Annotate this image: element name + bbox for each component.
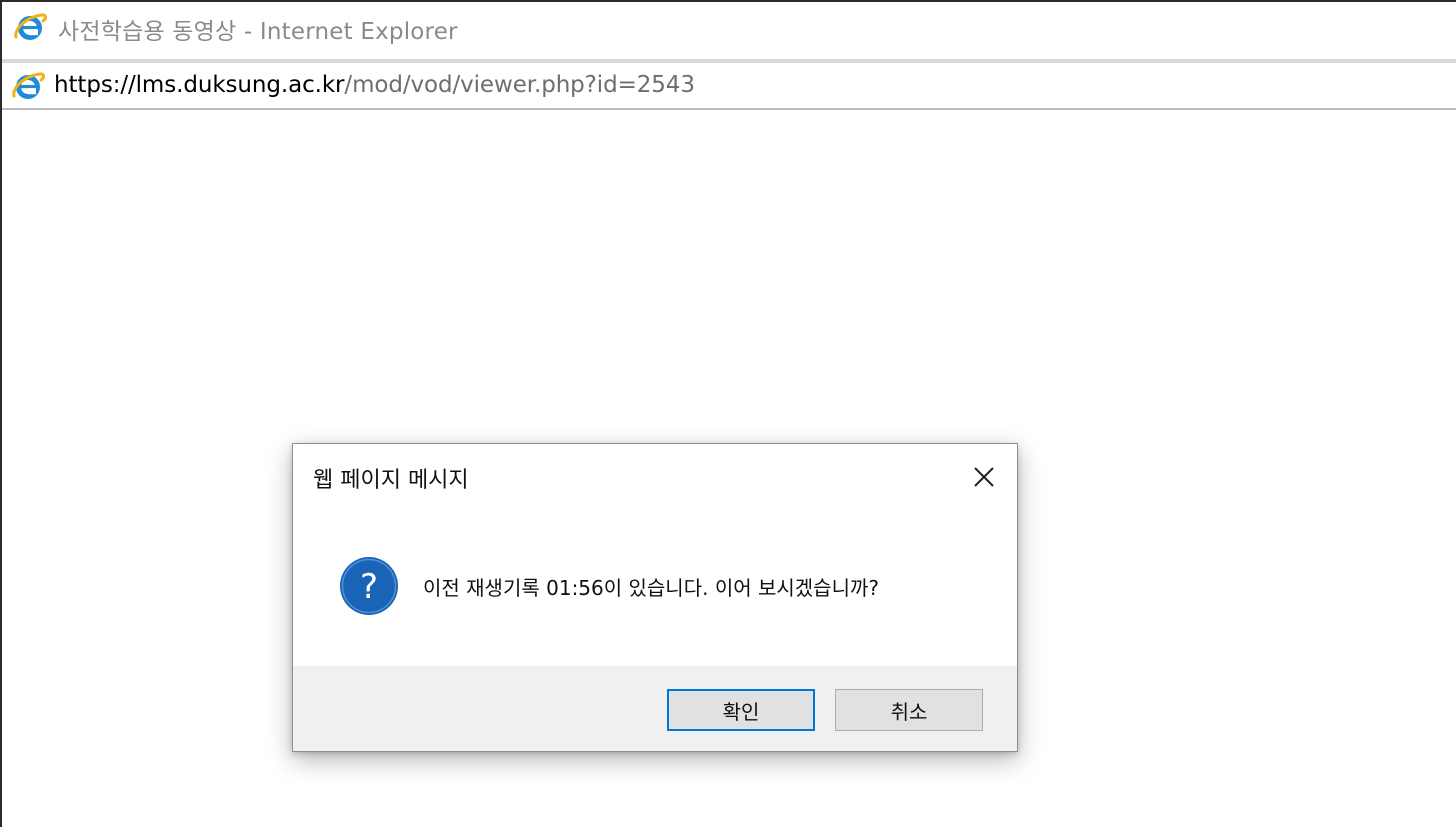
ie-icon — [14, 13, 47, 40]
svg-text:?: ? — [360, 567, 378, 607]
dialog-message: 이전 재생기록 01:56이 있습니다. 이어 보시겠습니까? — [423, 576, 879, 600]
window-title: 사전학습용 동영상 - Internet Explorer — [58, 19, 458, 45]
question-icon: ? — [340, 557, 398, 615]
cancel-button[interactable]: 취소 — [835, 689, 983, 731]
dialog-footer: 확인 취소 — [293, 666, 1017, 751]
web-page-message-dialog: 웹 페이지 메시지 ? 이전 재생기록 01:56이 있습니다. 이어 보시겠습… — [292, 443, 1018, 752]
url-path: /mod/vod/viewer.php?id=2543 — [344, 72, 695, 98]
url-domain: duksung.ac.kr — [183, 72, 345, 98]
ie-icon — [12, 72, 45, 99]
close-icon[interactable] — [967, 460, 1001, 494]
url-text[interactable]: https://lms.duksung.ac.kr/mod/vod/viewer… — [54, 72, 695, 98]
url-prefix: https://lms. — [54, 72, 184, 98]
ok-button[interactable]: 확인 — [667, 689, 815, 731]
title-bar: 사전학습용 동영상 - Internet Explorer — [2, 2, 1456, 58]
dialog-title: 웹 페이지 메시지 — [313, 468, 469, 493]
address-bar[interactable]: https://lms.duksung.ac.kr/mod/vod/viewer… — [2, 63, 1456, 107]
ie-window: 사전학습용 동영상 - Internet Explorer https://lm… — [0, 0, 1456, 829]
